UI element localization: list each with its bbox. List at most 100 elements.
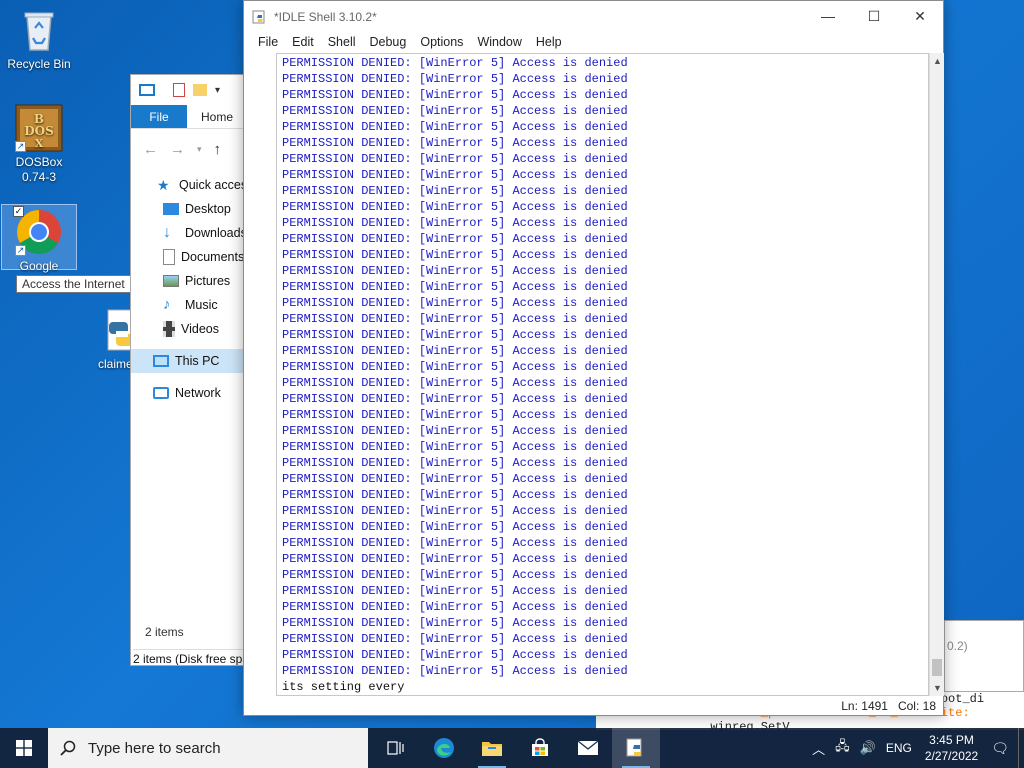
taskbar-mail[interactable] (564, 728, 612, 768)
desktop-icon-dosbox[interactable]: B DOS X ↗ DOSBox 0.74-3 (1, 104, 77, 185)
sidebar-item-label: Music (185, 298, 218, 312)
scroll-up-icon[interactable]: ▲ (930, 53, 945, 69)
shell-output-line: PERMISSION DENIED: [WinError 5] Access i… (282, 312, 628, 326)
taskbar-file-explorer[interactable] (468, 728, 516, 768)
nav-pane: ★ Quick access Desktop ↓ Downloads Docum… (131, 173, 249, 405)
shell-output-line: PERMISSION DENIED: [WinError 5] Access i… (282, 248, 628, 262)
menu-edit[interactable]: Edit (285, 32, 321, 52)
back-arrow-icon[interactable]: ← (143, 141, 158, 158)
shortcut-arrow-icon: ↗ (15, 245, 26, 256)
desktop-folder-icon (163, 203, 179, 215)
taskbar-idle[interactable] (612, 728, 660, 768)
chevron-down-icon[interactable]: ▾ (197, 144, 202, 155)
window-icon (139, 84, 155, 96)
menu-window[interactable]: Window (470, 32, 528, 52)
show-desktop-button[interactable] (1018, 728, 1024, 768)
tooltip: Access the Internet (16, 275, 131, 293)
notification-icon[interactable]: 🗨 (986, 740, 1014, 757)
search-input[interactable]: Type here to search (48, 728, 368, 768)
tab-file[interactable]: File (131, 105, 187, 128)
shell-text-area[interactable]: PERMISSION DENIED: [WinError 5] Access i… (276, 53, 929, 696)
sidebar-item-this-pc[interactable]: This PC (131, 349, 249, 373)
version-fragment: 0.2) (947, 639, 968, 653)
close-button[interactable]: ✕ (897, 1, 943, 32)
shell-output-line: PERMISSION DENIED: [WinError 5] Access i… (282, 104, 628, 118)
sidebar-item-music[interactable]: ♪ Music (131, 293, 249, 317)
sidebar-item-pictures[interactable]: Pictures (131, 269, 249, 293)
new-folder-icon[interactable] (193, 84, 207, 96)
clock[interactable]: 3:45 PM 2/27/2022 (917, 732, 986, 764)
network-status-icon[interactable]: 🖧 (830, 737, 855, 759)
shell-input-line[interactable]: its setting every (282, 679, 928, 695)
sidebar-item-quick-access[interactable]: ★ Quick access (131, 173, 249, 197)
sidebar-item-videos[interactable]: Videos (131, 317, 249, 341)
chevron-up-icon[interactable]: ︿ (807, 739, 830, 758)
forward-arrow-icon[interactable]: → (170, 141, 185, 158)
maximize-button[interactable]: ☐ (851, 1, 897, 32)
shell-output-line: PERMISSION DENIED: [WinError 5] Access i… (282, 568, 628, 582)
title-bar[interactable]: *IDLE Shell 3.10.2* — ☐ ✕ (244, 1, 943, 32)
menu-bar: File Edit Shell Debug Options Window Hel… (244, 32, 943, 52)
vertical-scrollbar[interactable]: ▲ ▼ (929, 53, 944, 696)
shell-output-line: PERMISSION DENIED: [WinError 5] Access i… (282, 520, 628, 534)
idle-python-icon (252, 10, 265, 23)
edge-icon (434, 738, 454, 758)
sidebar-item-network[interactable]: Network (131, 381, 249, 405)
navigation-bar: ← → ▾ ↑ (131, 129, 249, 169)
menu-shell[interactable]: Shell (321, 32, 363, 52)
shell-output-line: PERMISSION DENIED: [WinError 5] Access i… (282, 504, 628, 518)
computer-icon (153, 355, 169, 367)
scroll-down-icon[interactable]: ▼ (930, 680, 945, 696)
task-view-icon (387, 741, 404, 755)
windows-logo-icon (16, 740, 32, 756)
status-item-count: 2 items (145, 625, 184, 639)
language-indicator[interactable]: ENG (881, 741, 917, 755)
shell-output-line: PERMISSION DENIED: [WinError 5] Access i… (282, 232, 628, 246)
clock-time: 3:45 PM (929, 733, 974, 747)
svg-text:X: X (35, 137, 44, 150)
background-window[interactable]: 0.2) (944, 620, 1024, 692)
shell-output-line: PERMISSION DENIED: [WinError 5] Access i… (282, 328, 628, 342)
shell-output-line: PERMISSION DENIED: [WinError 5] Access i… (282, 360, 628, 374)
volume-icon[interactable]: 🔊 (855, 740, 881, 756)
sidebar-item-desktop[interactable]: Desktop (131, 197, 249, 221)
task-view-button[interactable] (372, 728, 420, 768)
desktop-icon-google-chrome[interactable]: ↗ ✓ Google (1, 204, 77, 273)
shell-output-line: PERMISSION DENIED: [WinError 5] Access i… (282, 536, 628, 550)
minimize-button[interactable]: — (805, 1, 851, 32)
sidebar-item-downloads[interactable]: ↓ Downloads (131, 221, 249, 245)
properties-icon[interactable] (173, 83, 185, 97)
chrome-icon: ↗ ✓ (13, 206, 63, 256)
status-bar: Ln: 1491 Col: 18 (276, 697, 944, 715)
tab-home[interactable]: Home (187, 105, 247, 128)
menu-debug[interactable]: Debug (363, 32, 414, 52)
clock-date: 2/27/2022 (924, 749, 979, 763)
sidebar-item-label: This PC (175, 354, 220, 368)
sidebar-item-label: Desktop (185, 202, 231, 216)
menu-help[interactable]: Help (529, 32, 569, 52)
idle-shell-window[interactable]: *IDLE Shell 3.10.2* — ☐ ✕ File Edit Shel… (243, 0, 944, 716)
file-explorer-icon (482, 742, 502, 756)
taskbar-store[interactable] (516, 728, 564, 768)
shell-output-line: PERMISSION DENIED: [WinError 5] Access i… (282, 120, 628, 134)
ribbon-tabs: File Home (131, 105, 249, 129)
status-detail: 2 items (Disk free spa (133, 649, 249, 665)
desktop-icon-recycle-bin[interactable]: Recycle Bin (1, 6, 77, 71)
sidebar-item-documents[interactable]: Documents (131, 245, 249, 269)
shell-output-line: PERMISSION DENIED: [WinError 5] Access i… (282, 280, 628, 294)
taskbar-edge[interactable] (420, 728, 468, 768)
search-placeholder: Type here to search (88, 739, 221, 757)
menu-options[interactable]: Options (413, 32, 470, 52)
sidebar-item-label: Quick access (179, 178, 250, 192)
start-button[interactable] (0, 728, 48, 768)
checkbox-icon[interactable]: ✓ (13, 206, 24, 217)
sidebar-item-label: Network (175, 386, 221, 400)
up-arrow-icon[interactable]: ↑ (214, 141, 222, 158)
chevron-down-icon[interactable]: ▾ (215, 85, 220, 96)
file-explorer-window[interactable]: ▾ File Home ← → ▾ ↑ ★ Quick access Deskt… (130, 74, 250, 666)
desktop-icon-label: DOSBox 0.74-3 (15, 155, 63, 184)
shell-output-line: PERMISSION DENIED: [WinError 5] Access i… (282, 200, 628, 214)
shell-output-line: PERMISSION DENIED: [WinError 5] Access i… (282, 648, 628, 662)
menu-file[interactable]: File (251, 32, 285, 52)
scrollbar-thumb[interactable] (932, 659, 942, 676)
